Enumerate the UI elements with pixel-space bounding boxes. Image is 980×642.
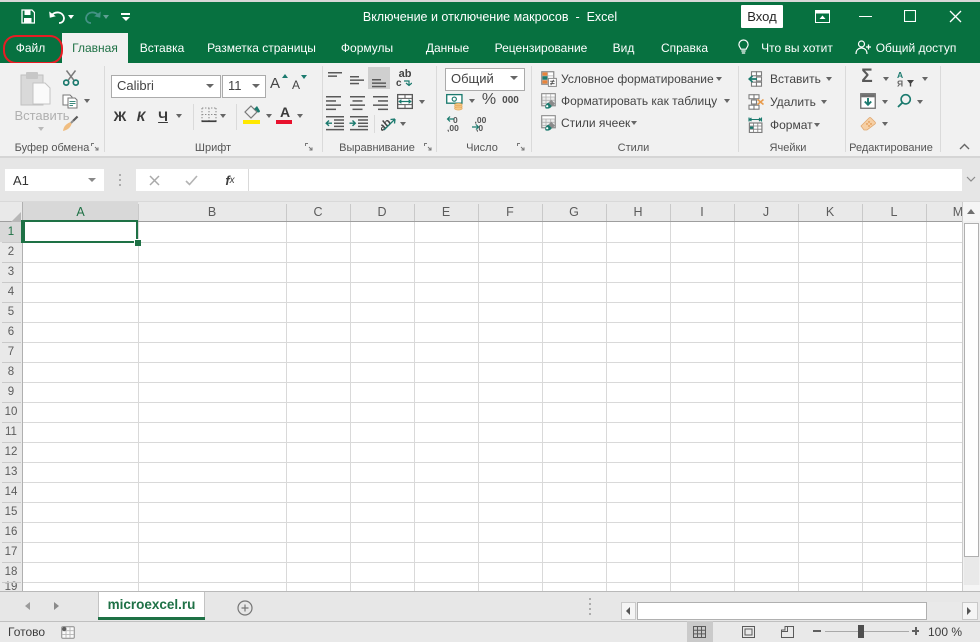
svg-text:,00: ,00 — [447, 123, 459, 132]
svg-text:c: c — [396, 78, 402, 88]
svg-text:Я: Я — [897, 79, 903, 88]
svg-text:ab: ab — [381, 116, 394, 132]
